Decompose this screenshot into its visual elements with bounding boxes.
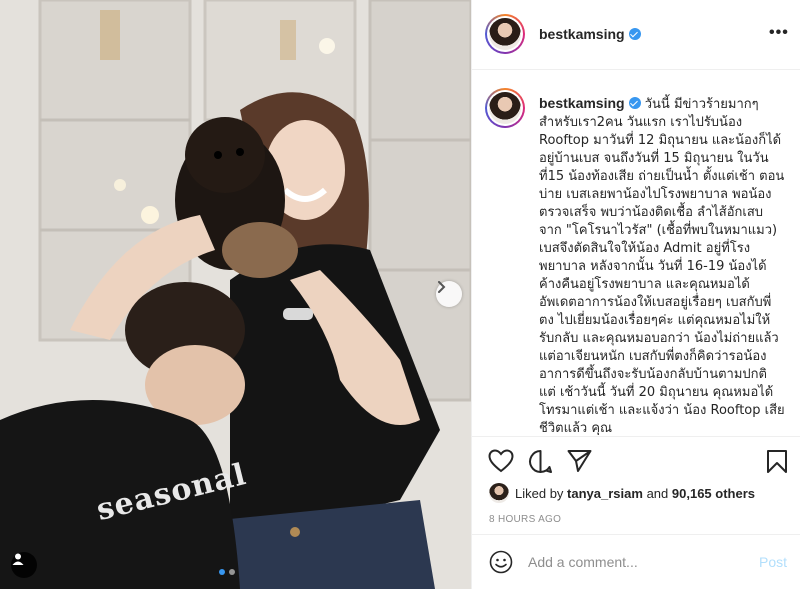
caption-username[interactable]: bestkamsing [539,95,625,111]
photo-illustration [0,0,471,589]
likes-summary: Liked by tanya_rsiam and 90,165 others [489,483,755,503]
user-tag-icon [12,553,24,565]
carousel-dot-active [219,569,225,575]
comment-bubble-icon [529,450,552,474]
caption-avatar[interactable] [485,88,525,128]
smiley-icon [489,550,513,574]
avatar[interactable] [485,14,525,54]
verified-badge-icon [628,28,641,40]
liker-avatar[interactable] [489,483,509,503]
emoji-button[interactable] [489,550,513,579]
verified-badge-icon [628,97,641,109]
header-username[interactable]: bestkamsing [539,26,641,42]
post-caption: bestkamsing วันนี้ มีข่าวร้ายมากๆ สำหรับ… [539,94,785,435]
share-button[interactable] [567,449,592,478]
action-bar: Liked by tanya_rsiam and 90,165 others 8… [472,436,800,534]
likes-count[interactable]: 90,165 others [672,486,755,501]
save-button[interactable] [766,449,788,479]
more-options-button[interactable]: ••• [769,24,789,41]
post-side-panel: bestkamsing ••• bestkamsing วันนี้ มีข่า… [471,0,800,589]
comment-button[interactable] [528,449,553,479]
likes-conjunction: and [646,485,669,501]
likes-prefix: Liked by [515,485,564,501]
carousel-dot [229,569,235,575]
bookmark-icon [767,450,787,473]
post-timestamp[interactable]: 8 HOURS AGO [489,514,561,525]
chevron-right-icon [438,281,446,293]
like-button[interactable] [488,449,514,478]
add-comment-bar: Post [472,534,800,589]
caption-text: วันนี้ มีข่าวร้ายมากๆ สำหรับเรา2คน วันแร… [539,97,785,435]
tagged-users-button[interactable] [11,552,37,578]
comment-input[interactable] [528,552,748,572]
post-comment-button[interactable]: Post [759,554,787,570]
paper-plane-icon [567,450,592,472]
header-username-label: bestkamsing [539,26,625,42]
liker-username[interactable]: tanya_rsiam [567,486,643,501]
post-photo[interactable]: seasonal [0,0,471,589]
post-header: bestkamsing ••• [472,0,800,70]
next-photo-button[interactable] [436,281,462,307]
carousel-indicator [219,569,235,575]
comments-section[interactable]: bestkamsing วันนี้ มีข่าวร้ายมากๆ สำหรับ… [472,71,800,435]
heart-icon [488,449,514,473]
more-horizontal-icon: ••• [769,24,789,41]
